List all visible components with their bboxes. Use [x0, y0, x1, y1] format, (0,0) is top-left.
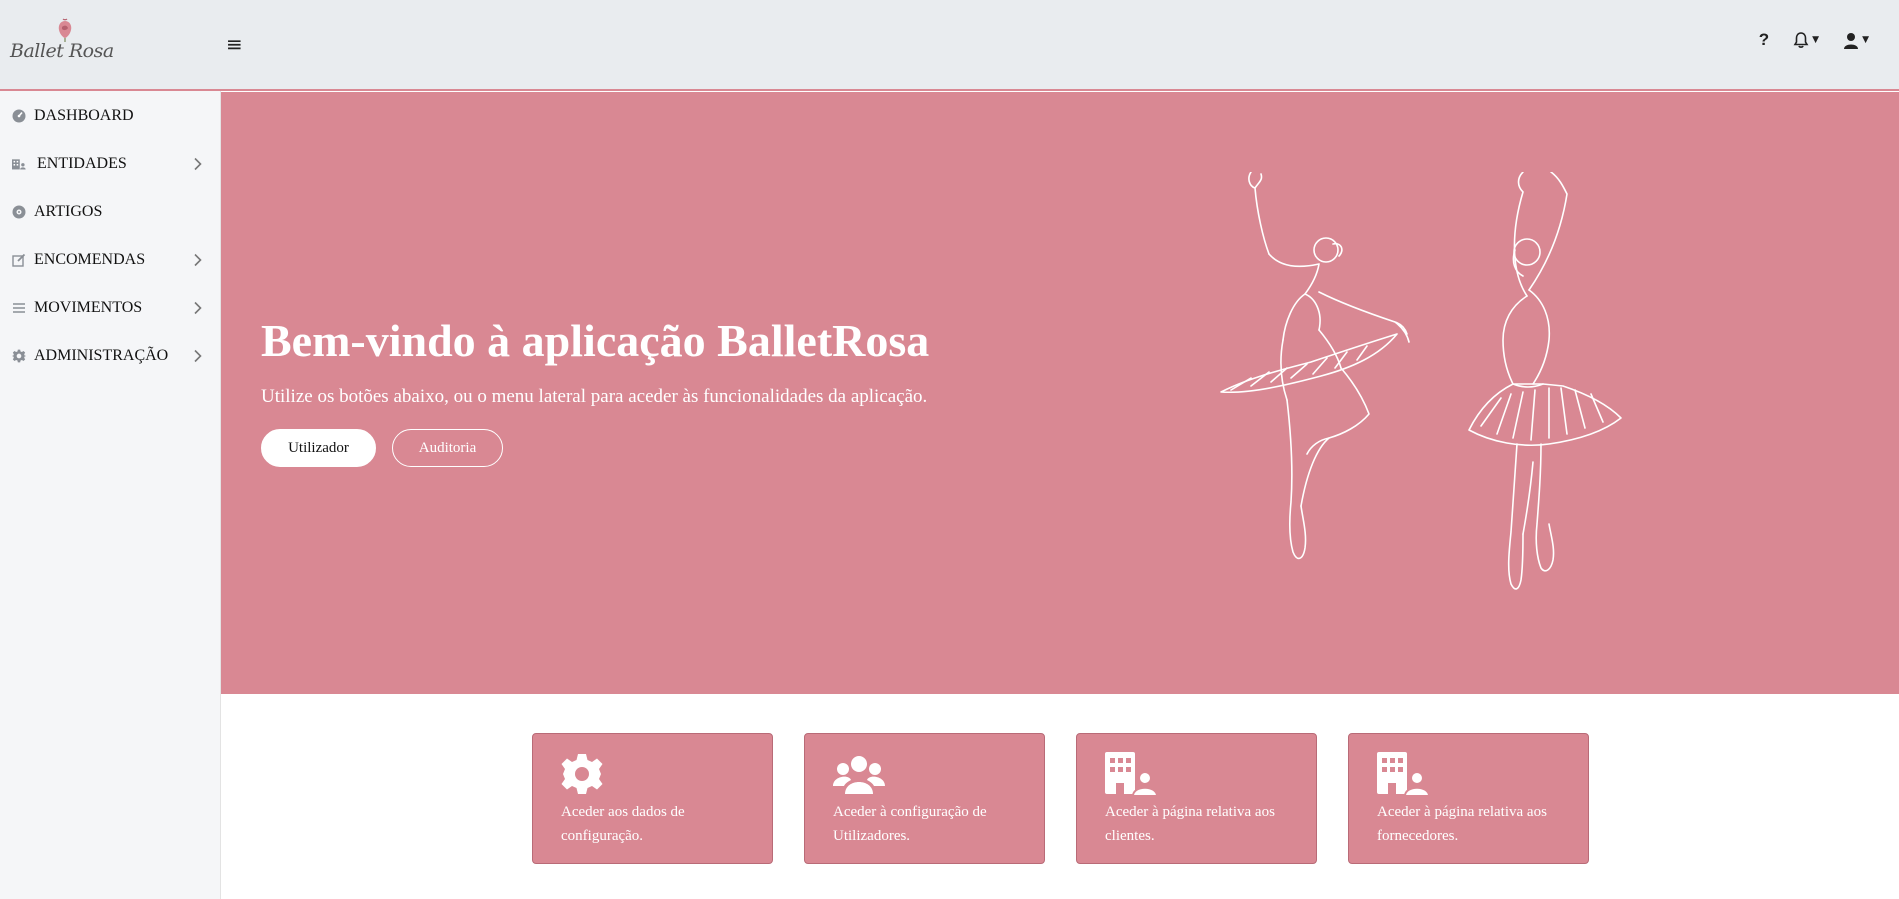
bell-icon	[1793, 31, 1809, 48]
card-text: Aceder à configuração de Utilizadores.	[833, 804, 987, 844]
help-icon: ?	[1758, 30, 1770, 49]
gear-icon	[561, 754, 603, 794]
sidebar-item-label: ENCOMENDAS	[34, 251, 146, 268]
top-navbar: Ballet Rosa ≡ ? ▼ ▼	[0, 0, 1899, 91]
chevron-down-icon: ▼	[1812, 35, 1820, 45]
config-card[interactable]: Aceder aos dados de configuração.	[532, 733, 773, 864]
sidebar: DASHBOARD ENTIDADES ARTIGOS ENCOMENDAS M…	[0, 91, 221, 899]
chevron-right-icon	[194, 301, 202, 315]
auditoria-button[interactable]: Auditoria	[392, 429, 503, 467]
chevron-right-icon	[194, 349, 202, 363]
ballerinas-illustration	[1220, 172, 1622, 590]
sidebar-item-artigos[interactable]: ARTIGOS	[0, 192, 221, 232]
card-text: Aceder à página relativa aos fornecedore…	[1377, 804, 1547, 844]
user-dropdown[interactable]: ▼	[1843, 32, 1869, 49]
sidebar-item-label: ENTIDADES	[37, 155, 127, 172]
page-title: Bem-vindo à aplicação BalletRosa	[261, 315, 930, 366]
welcome-hero: Bem-vindo à aplicação BalletRosa Utilize…	[221, 92, 1899, 694]
sidebar-item-label: DASHBOARD	[34, 107, 134, 124]
chevron-right-icon	[194, 157, 202, 171]
utilizador-button[interactable]: Utilizador	[261, 429, 376, 467]
building-users-icon	[12, 157, 26, 171]
hamburger-icon: ≡	[226, 32, 243, 56]
building-user-icon	[1105, 752, 1157, 796]
building-user-icon	[1377, 752, 1429, 796]
clients-card[interactable]: Aceder à página relativa aos clientes.	[1076, 733, 1317, 864]
header-actions: ? ▼ ▼	[1759, 30, 1869, 50]
users-card[interactable]: Aceder à configuração de Utilizadores.	[804, 733, 1045, 864]
users-icon	[833, 756, 885, 794]
rose-icon	[58, 18, 72, 42]
sidebar-item-label: ARTIGOS	[34, 203, 103, 220]
sidebar-item-dashboard[interactable]: DASHBOARD	[0, 96, 221, 136]
app-logo[interactable]: Ballet Rosa	[10, 18, 114, 70]
suppliers-card[interactable]: Aceder à página relativa aos fornecedore…	[1348, 733, 1589, 864]
sidebar-item-encomendas[interactable]: ENCOMENDAS	[0, 240, 221, 280]
sidebar-item-movimentos[interactable]: MOVIMENTOS	[0, 288, 221, 328]
sidebar-item-label: ADMINISTRAÇÃO	[34, 347, 169, 364]
card-text: Aceder aos dados de configuração.	[561, 804, 685, 844]
gear-icon	[12, 349, 26, 363]
card-text: Aceder à página relativa aos clientes.	[1105, 804, 1275, 844]
sidebar-item-entidades[interactable]: ENTIDADES	[0, 144, 221, 184]
chevron-right-icon	[194, 253, 202, 267]
list-icon	[12, 301, 26, 315]
sidebar-item-label: MOVIMENTOS	[34, 299, 143, 316]
help-button[interactable]: ?	[1759, 30, 1769, 50]
notifications-dropdown[interactable]: ▼	[1793, 31, 1820, 49]
sidebar-toggle-button[interactable]: ≡	[226, 32, 243, 56]
sidebar-item-administracao[interactable]: ADMINISTRAÇÃO	[0, 336, 221, 376]
hero-subtitle: Utilize os botões abaixo, ou o menu late…	[261, 386, 928, 407]
disc-icon	[12, 205, 26, 219]
edit-icon	[12, 253, 26, 267]
dashboard-icon	[12, 109, 26, 123]
logo-text: Ballet Rosa	[10, 40, 114, 62]
user-icon	[1844, 32, 1859, 49]
chevron-down-icon: ▼	[1862, 35, 1869, 45]
